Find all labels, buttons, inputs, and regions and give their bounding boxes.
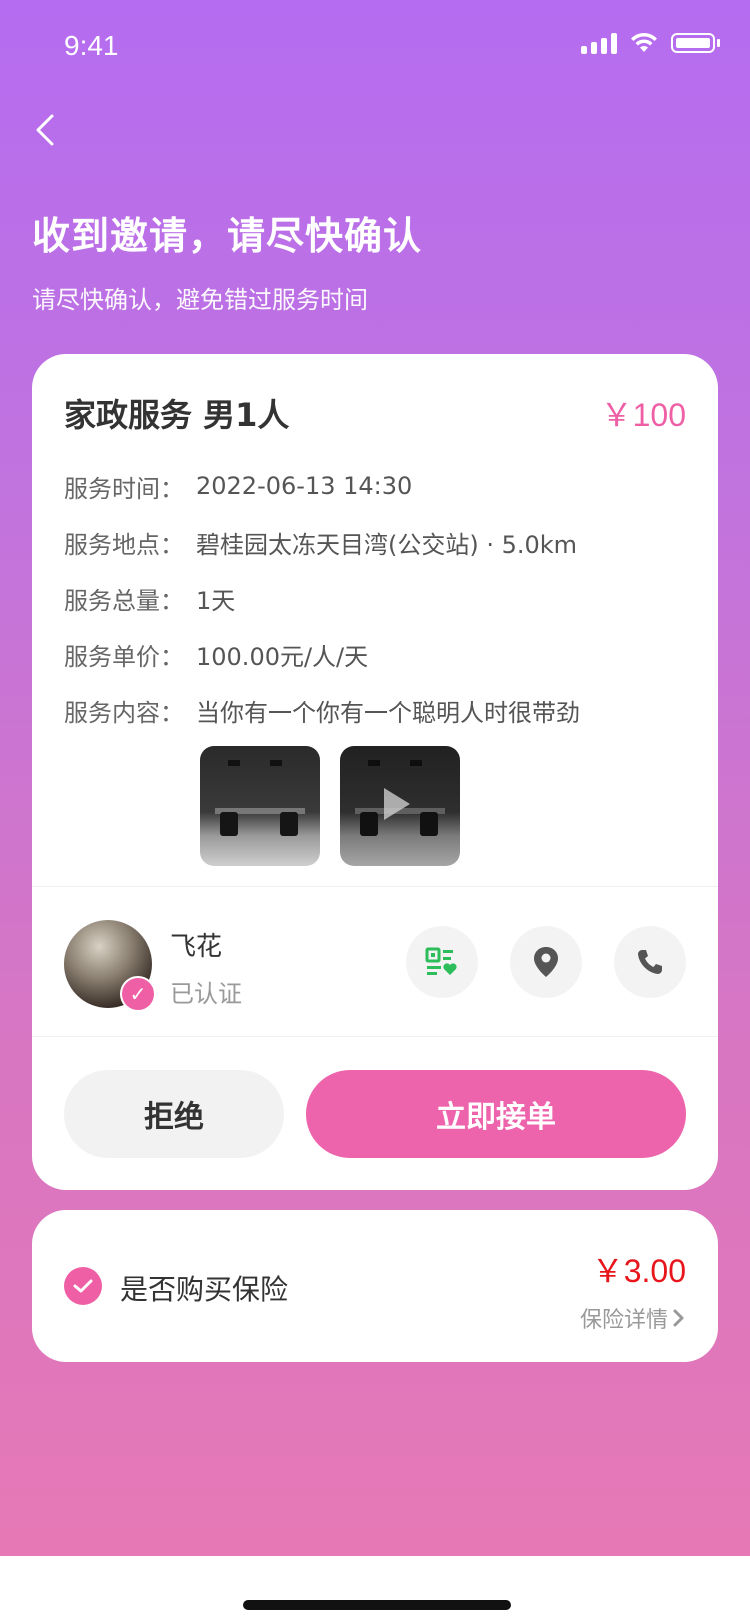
accept-order-button[interactable]: 立即接单: [306, 1070, 686, 1158]
home-indicator-area: [0, 1556, 750, 1624]
info-row-time: 服务时间： 2022-06-13 14:30: [64, 458, 686, 514]
status-bar: 9:41: [0, 0, 750, 90]
service-title: 家政服务 男1人: [64, 396, 290, 434]
info-label: 服务内容：: [64, 698, 184, 727]
insurance-detail-label: 保险详情: [579, 1308, 668, 1333]
verified-badge-icon: ✓: [120, 976, 156, 1012]
photo-thumbnail[interactable]: [200, 746, 320, 866]
user-verified-status: 已认证: [170, 980, 242, 1008]
info-label: 服务地点：: [64, 530, 184, 559]
info-value: 碧桂园太冻天目湾(公交站) · 5.0km: [196, 530, 578, 559]
insurance-detail-link[interactable]: 保险详情: [580, 1302, 686, 1334]
user-name: 飞花: [170, 932, 223, 962]
info-value: 100.00元/人/天: [196, 642, 369, 671]
user-row: ✓ 飞花 已认证: [64, 918, 686, 1014]
phone-icon: [638, 950, 662, 974]
service-price: ￥100: [600, 397, 686, 433]
contact-actions: [406, 926, 686, 998]
check-icon: [73, 1279, 93, 1293]
info-row-unit-price: 服务单价： 100.00元/人/天: [64, 626, 686, 682]
battery-icon: [671, 33, 715, 53]
page-subtitle: 请尽快确认，避免错过服务时间: [32, 286, 368, 314]
wifi-icon: [631, 32, 657, 52]
service-info: 服务时间： 2022-06-13 14:30 服务地点： 碧桂园太冻天目湾(公交…: [64, 458, 686, 738]
qr-card-icon: [425, 947, 457, 975]
reject-button[interactable]: 拒绝: [64, 1070, 284, 1158]
video-thumbnail[interactable]: [340, 746, 460, 866]
battery-cap: [717, 39, 720, 47]
info-label: 服务单价：: [64, 642, 184, 671]
info-row-location: 服务地点： 碧桂园太冻天目湾(公交站) · 5.0km: [64, 514, 686, 570]
status-icons: [581, 32, 720, 54]
insurance-label: 是否购买保险: [120, 1273, 289, 1306]
insurance-checkbox[interactable]: [64, 1267, 102, 1305]
play-icon: [384, 788, 410, 820]
page-title: 收到邀请，请尽快确认: [32, 214, 423, 258]
decision-buttons: 拒绝 立即接单: [64, 1070, 686, 1158]
location-pin-icon: [534, 947, 558, 977]
info-row-quantity: 服务总量： 1天: [64, 570, 686, 626]
invitation-card: 家政服务 男1人 ￥100 服务时间： 2022-06-13 14:30 服务地…: [32, 354, 718, 1190]
signal-icon: [581, 32, 617, 54]
info-label: 服务总量：: [64, 586, 184, 615]
info-row-content: 服务内容： 当你有一个你有一个聪明人时很带劲: [64, 682, 686, 738]
divider: [32, 886, 718, 887]
divider: [32, 1036, 718, 1037]
call-button[interactable]: [614, 926, 686, 998]
back-chevron-icon[interactable]: [28, 110, 68, 150]
info-value: 1天: [196, 586, 236, 615]
home-indicator[interactable]: [243, 1600, 511, 1610]
chevron-right-icon: [673, 1309, 684, 1327]
qr-card-button[interactable]: [406, 926, 478, 998]
location-button[interactable]: [510, 926, 582, 998]
media-gallery: [200, 746, 460, 866]
insurance-card: 是否购买保险 ￥3.00 保险详情: [32, 1210, 718, 1362]
card-header: 家政服务 男1人 ￥100: [64, 390, 686, 436]
status-time: 9:41: [64, 30, 119, 61]
insurance-price: ￥3.00: [591, 1253, 686, 1289]
info-value: 当你有一个你有一个聪明人时很带劲: [196, 698, 580, 727]
info-label: 服务时间：: [64, 474, 184, 503]
info-value: 2022-06-13 14:30: [196, 472, 413, 500]
